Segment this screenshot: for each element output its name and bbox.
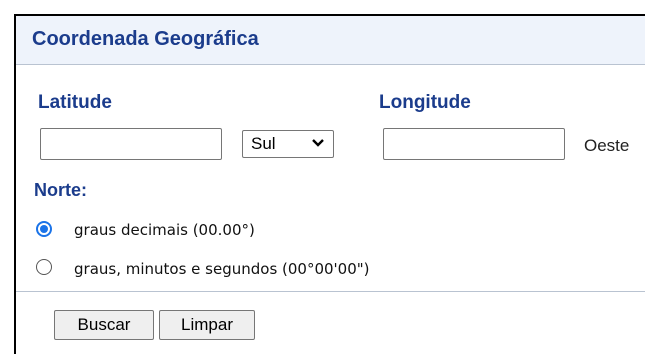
- coordinate-panel: Coordenada Geográfica Latitude Longitude…: [14, 14, 645, 354]
- radio-dms[interactable]: [36, 259, 52, 275]
- latitude-label: Latitude: [38, 92, 112, 113]
- latitude-hemisphere-select[interactable]: Sul: [242, 130, 334, 158]
- chevron-down-icon: [312, 139, 324, 147]
- longitude-input[interactable]: [383, 128, 565, 160]
- radio-decimal-degrees-label: graus decimais (00.00°): [74, 221, 255, 239]
- search-button[interactable]: Buscar: [54, 310, 154, 340]
- latitude-hemisphere-value: Sul: [251, 134, 276, 153]
- longitude-label: Longitude: [379, 92, 471, 113]
- clear-button[interactable]: Limpar: [159, 310, 255, 340]
- longitude-hemisphere-label: Oeste: [584, 136, 630, 155]
- divider: [16, 291, 645, 292]
- radio-decimal-degrees[interactable]: [36, 221, 52, 237]
- north-label: Norte:: [34, 180, 87, 200]
- latitude-input[interactable]: [40, 128, 222, 160]
- panel-header: Coordenada Geográfica: [16, 16, 645, 65]
- panel-title: Coordenada Geográfica: [32, 28, 259, 50]
- radio-dms-label: graus, minutos e segundos (00°00'00"): [74, 260, 370, 278]
